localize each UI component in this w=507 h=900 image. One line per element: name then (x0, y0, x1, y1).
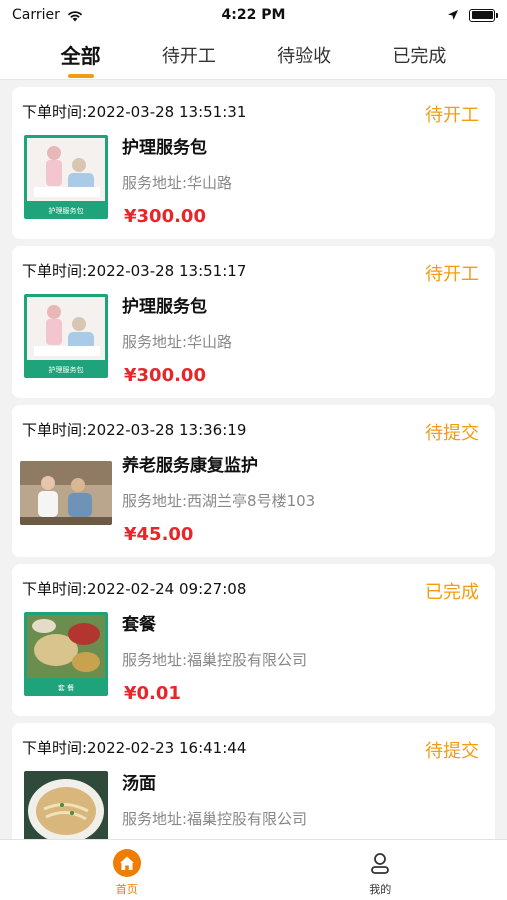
order-title: 汤面 (122, 774, 156, 794)
noodle-soup-thumbnail (24, 771, 108, 839)
svg-text:护理服务包: 护理服务包 (49, 206, 84, 215)
tab-pending-acceptance[interactable]: 待验收 (277, 30, 331, 80)
tab-pending-start[interactable]: 待开工 (162, 30, 216, 80)
order-status: 已完成 (425, 582, 479, 603)
order-address: 服务地址:华山路 (122, 333, 233, 351)
order-tabs: 全部 待开工 待验收 已完成 (0, 30, 507, 80)
elderly-care-thumbnail (20, 461, 112, 525)
order-title: 护理服务包 (122, 138, 207, 158)
svg-text:套 餐: 套 餐 (58, 683, 74, 692)
order-card[interactable]: 下单时间:2022-02-24 09:27:08 已完成 套 餐 套餐 服务地址… (12, 564, 495, 716)
nav-mine-label: 我的 (369, 883, 392, 896)
location-arrow-icon (448, 10, 458, 20)
home-icon (112, 849, 141, 877)
order-card[interactable]: 下单时间:2022-03-28 13:36:19 待提交 养老服务康复监护 服务… (12, 405, 495, 557)
order-status: 待开工 (425, 105, 479, 126)
nav-mine[interactable]: 我的 (254, 840, 507, 900)
status-bar: Carrier 4:22 PM (0, 0, 507, 30)
order-status: 待提交 (425, 423, 479, 444)
battery-icon (469, 8, 498, 22)
carrier-label: Carrier (12, 7, 60, 23)
nursing-package-thumbnail: 护理服务包 (24, 294, 108, 378)
order-time: 下单时间:2022-03-28 13:51:31 (22, 103, 247, 121)
bottom-nav: 首页 我的 (0, 839, 507, 900)
wifi-icon (67, 10, 82, 21)
order-title: 养老服务康复监护 (122, 456, 258, 476)
order-address: 服务地址:西湖兰亭8号楼103 (122, 492, 316, 510)
order-address: 服务地址:福巢控股有限公司 (122, 810, 308, 828)
order-card[interactable]: 下单时间:2022-03-28 13:51:17 待开工 护理服务包 护理服务包… (12, 246, 495, 398)
order-price: ¥300.00 (124, 365, 206, 386)
meal-set-thumbnail: 套 餐 (24, 612, 108, 696)
order-time: 下单时间:2022-03-28 13:36:19 (22, 421, 247, 439)
order-status: 待提交 (425, 741, 479, 762)
status-time: 4:22 PM (221, 7, 286, 23)
order-time: 下单时间:2022-03-28 13:51:17 (22, 262, 247, 280)
svg-text:护理服务包: 护理服务包 (49, 365, 84, 374)
nav-home[interactable]: 首页 (0, 840, 254, 900)
order-price: ¥300.00 (124, 206, 206, 227)
order-title: 护理服务包 (122, 297, 207, 317)
nursing-package-thumbnail: 护理服务包 (24, 135, 108, 219)
order-address: 服务地址:福巢控股有限公司 (122, 651, 308, 669)
tab-all[interactable]: 全部 (61, 30, 101, 80)
nav-home-label: 首页 (115, 883, 138, 896)
profile-icon (371, 853, 390, 874)
order-price: ¥45.00 (124, 524, 194, 545)
order-status: 待开工 (425, 264, 479, 285)
order-list: 下单时间:2022-03-28 13:51:31 待开工 护理服务包 护理服务包… (0, 81, 507, 839)
order-title: 套餐 (122, 615, 156, 635)
order-card[interactable]: 下单时间:2022-03-28 13:51:31 待开工 护理服务包 护理服务包… (12, 87, 495, 239)
order-price: ¥0.01 (124, 683, 181, 704)
order-address: 服务地址:华山路 (122, 174, 233, 192)
order-card[interactable]: 下单时间:2022-02-23 16:41:44 待提交 汤面 服务地址:福巢控… (12, 723, 495, 839)
tab-completed[interactable]: 已完成 (392, 30, 446, 80)
order-time: 下单时间:2022-02-23 16:41:44 (22, 739, 247, 757)
order-time: 下单时间:2022-02-24 09:27:08 (22, 580, 247, 598)
